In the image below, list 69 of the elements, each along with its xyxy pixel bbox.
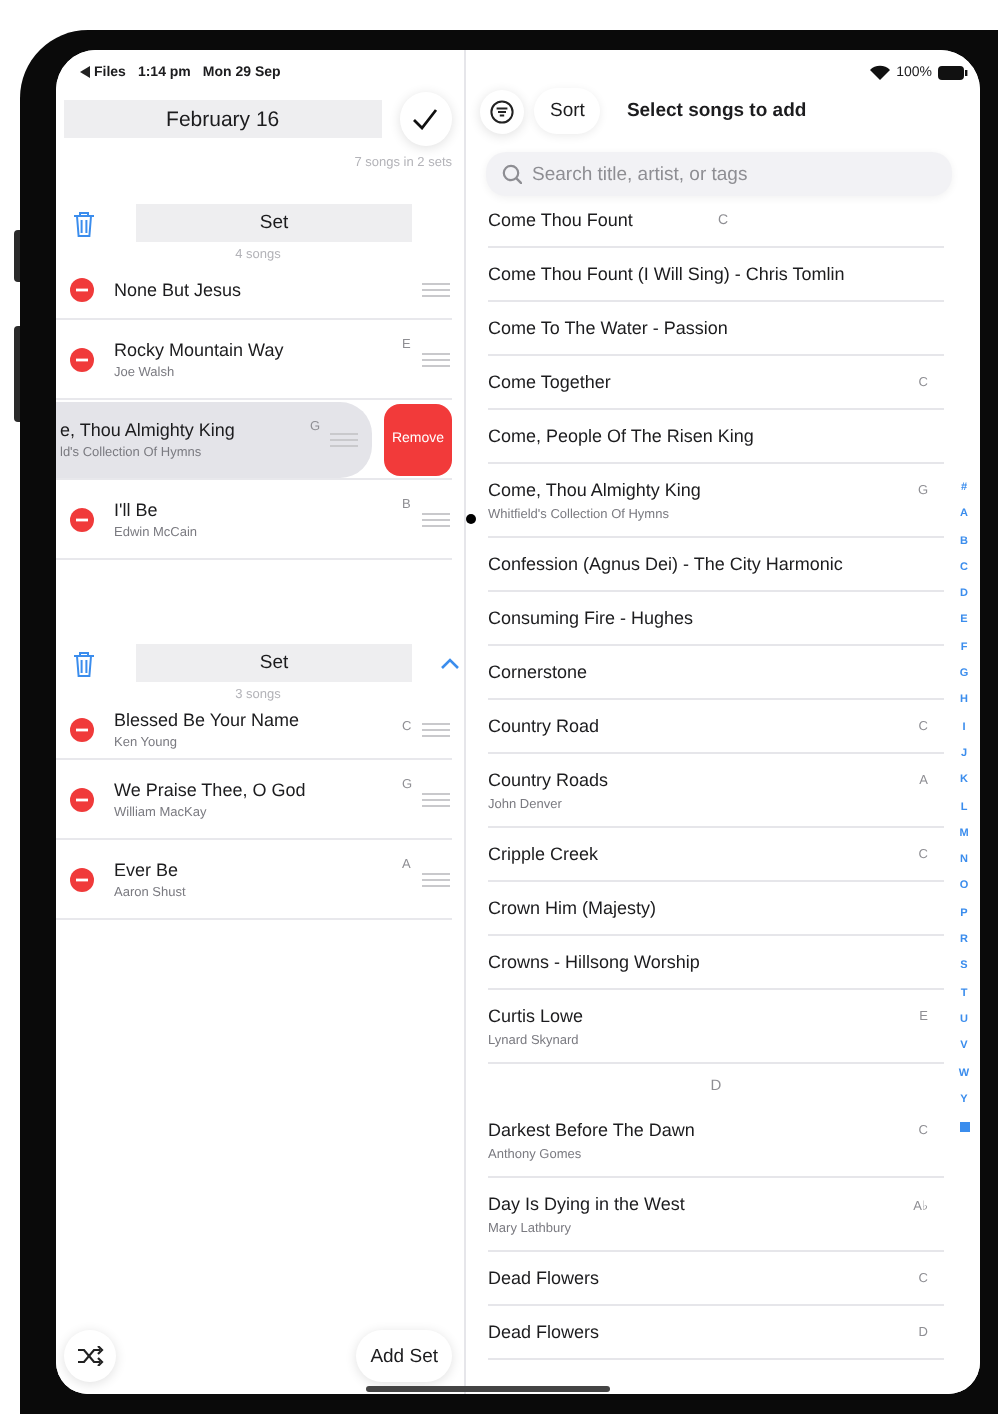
delete-circle-icon[interactable] [70, 718, 94, 742]
drag-handle-icon[interactable] [422, 722, 450, 738]
song-title: Come, Thou Almighty King [488, 480, 701, 502]
song-title: I'll Be [114, 499, 160, 519]
song-title: Come Thou Fount [488, 210, 633, 232]
drag-handle-icon[interactable] [422, 351, 450, 367]
sort-button[interactable]: Sort [534, 88, 601, 134]
song-title: Dead Flowers [488, 1268, 600, 1290]
song-title: e, Thou Almighty King [60, 419, 237, 439]
song-title: Consuming Fire - Hughes [488, 608, 694, 630]
song-title: Cornerstone [488, 662, 588, 684]
checkmark-icon [412, 108, 439, 130]
pointer-dot [466, 514, 476, 524]
trash-icon[interactable] [72, 649, 96, 677]
song-row[interactable]: Crowns - Hillsong Worship [488, 936, 944, 990]
song-title: Curtis Lowe [488, 1006, 584, 1028]
song-title: Come Thou Fount (I Will Sing) - Chris Tomlin [488, 264, 845, 286]
song-row[interactable]: Come Thou Fount (I Will Sing) - Chris Tomlin [488, 248, 944, 302]
add-set-button[interactable]: Add Set [356, 1330, 452, 1382]
drag-handle-icon[interactable] [330, 431, 358, 447]
song-row[interactable]: Cornerstone [488, 646, 944, 700]
delete-circle-icon[interactable] [70, 507, 94, 531]
song-row[interactable]: Come To The Water - Passion [488, 302, 944, 356]
song-title: Rocky Mountain Way [114, 339, 286, 359]
search-field[interactable]: Search title, artist, or tags [486, 152, 952, 196]
shuffle-button[interactable] [64, 1330, 116, 1382]
drag-handle-icon[interactable] [422, 871, 450, 887]
setlist-title-field[interactable]: February 16 [64, 100, 382, 138]
delete-circle-icon[interactable] [70, 867, 94, 891]
panel-title: Select songs to add [626, 100, 807, 122]
drag-handle-icon[interactable] [422, 791, 450, 807]
set-name-field[interactable]: Set [136, 644, 412, 682]
back-triangle-icon[interactable] [80, 66, 90, 78]
done-button[interactable] [399, 92, 452, 146]
shuffle-icon [77, 1346, 103, 1366]
song-row[interactable]: Come, People Of The Risen King [488, 410, 944, 464]
song-row[interactable]: Consuming Fire - Hughes [488, 592, 944, 646]
song-title: Crown Him (Majesty) [488, 898, 657, 920]
trash-icon[interactable] [72, 209, 96, 237]
song-title: Ever Be [114, 859, 181, 879]
filter-lines-icon [490, 99, 514, 123]
song-title: Confession (Agnus Dei) - The City Harmonic [488, 554, 843, 576]
song-title: Country Road [488, 716, 600, 738]
song-title: Come Together [488, 372, 611, 394]
song-title: Blessed Be Your Name [114, 710, 302, 730]
chevron-up-icon[interactable] [440, 656, 460, 670]
delete-circle-icon[interactable] [70, 787, 94, 811]
battery-icon [938, 65, 968, 79]
index-end-icon[interactable] [959, 1122, 969, 1133]
song-title: Country Roads [488, 770, 609, 792]
song-row[interactable]: Crown Him (Majesty) [488, 882, 944, 936]
delete-circle-icon[interactable] [70, 278, 94, 302]
delete-circle-icon[interactable] [70, 347, 94, 371]
song-title: Dead Flowers [488, 1322, 600, 1344]
drag-handle-icon[interactable] [422, 282, 450, 298]
song-title: Come, People Of The Risen King [488, 426, 754, 448]
song-title: Darkest Before The Dawn [488, 1120, 695, 1142]
menu-button[interactable] [480, 89, 524, 133]
set-name-field[interactable]: Set [136, 204, 412, 242]
song-title: None But Jesus [114, 280, 244, 300]
song-title: Crowns - Hillsong Worship [488, 952, 700, 974]
drag-handle-icon[interactable] [422, 511, 450, 527]
song-title: Cripple Creek [488, 844, 599, 866]
wifi-icon [870, 64, 891, 80]
song-title: Come To The Water - Passion [488, 318, 728, 340]
song-title: We Praise Thee, O God [114, 779, 308, 799]
search-icon [502, 164, 522, 184]
song-title: Day Is Dying in the West [488, 1194, 685, 1216]
song-row[interactable]: Confession (Agnus Dei) - The City Harmonic [488, 538, 944, 592]
